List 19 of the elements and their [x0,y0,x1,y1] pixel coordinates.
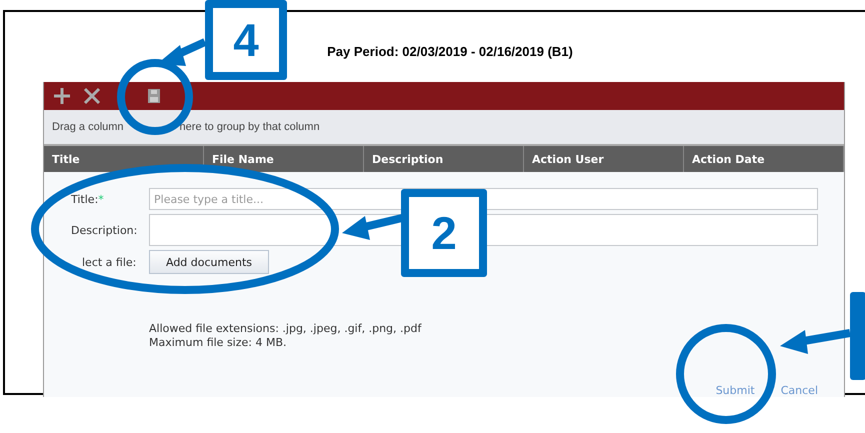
page-title: Pay Period: 02/03/2019 - 02/16/2019 (B1) [327,44,573,59]
column-header[interactable]: Action Date [684,146,844,172]
field-label: lect a file: [81,256,138,268]
column-header[interactable]: Description [364,146,524,172]
field-label: Description: [71,224,138,236]
column-header[interactable]: File Name [204,146,364,172]
column-header[interactable]: Title [44,146,204,172]
callout-number: 2 [401,189,487,277]
field-label: Title:* [71,192,105,206]
arrow [342,214,403,240]
callout-number: 4 [205,0,287,80]
add-documents-button[interactable]: Add documents [149,250,269,274]
file-notes: Allowed file extensions: .jpg, .jpeg, .gif, .png, .pdf Maximum file size: 4 MB. [149,322,423,350]
close-icon[interactable] [82,86,102,106]
column-header[interactable]: Action User [524,146,684,172]
group-hint: here to group by that column [180,121,320,133]
arrow [780,329,851,354]
group-hint: Drag a column [52,121,124,133]
add-icon[interactable] [52,86,72,106]
